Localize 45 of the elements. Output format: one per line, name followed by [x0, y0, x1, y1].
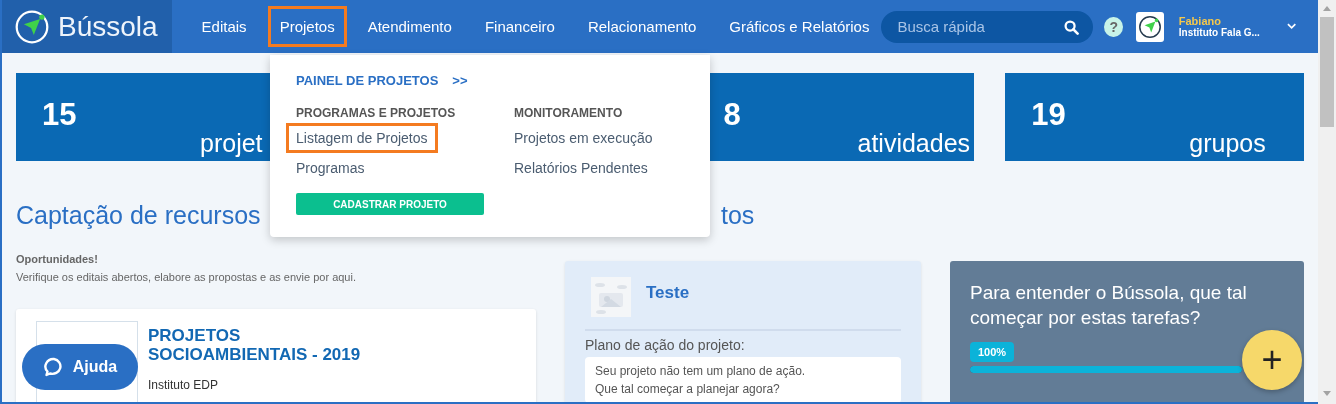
nav-link[interactable]: Projetos [267, 6, 347, 47]
section-title: Captação de recursos [16, 201, 261, 231]
nav-link[interactable]: Editais [189, 6, 259, 47]
stat-number: 15 [42, 99, 78, 130]
compass-logo-icon [1137, 14, 1162, 39]
chevron-down-icon[interactable] [1286, 23, 1296, 30]
plan-text: Que tal começar a planejar agora? [595, 382, 781, 396]
call-title: PROJETOS SOCIOAMBIENTAIS - 2019 [148, 327, 362, 365]
chat-bubble-icon [42, 356, 65, 378]
plan-label: Plano de ação do projeto: [585, 337, 746, 353]
scrollbar[interactable] [1318, 0, 1336, 404]
menu-heading: PROGRAMAS E PROJETOS [296, 106, 456, 120]
user-name: Fabiano [1178, 15, 1222, 27]
brand-logo[interactable]: Bússola [2, 0, 172, 53]
menu-heading: MONITORAMENTO [514, 106, 623, 120]
brand-name: Bússola [58, 10, 158, 43]
tasks-title: Para entender o Bússola, que tal começar por estas tarefas? [970, 281, 1248, 330]
nav-link[interactable]: Atendimento [355, 6, 464, 47]
opportunities-title: Oportunidades! [16, 253, 98, 265]
menu-link[interactable]: Programas [286, 153, 375, 183]
stat-number: 19 [1031, 99, 1067, 130]
nav-link[interactable]: Gráficos e Relatórios [717, 6, 882, 47]
section-title: tos [721, 201, 755, 231]
panel-link[interactable]: PAINEL DE PROJETOS >> [296, 73, 468, 88]
stat-label: grupos [1189, 130, 1266, 158]
call-organization: Instituto EDP [148, 378, 220, 393]
user-organization: Instituto Fala G... [1178, 27, 1261, 38]
menu-link[interactable]: Relatórios Pendentes [504, 153, 658, 183]
progress-badge: 100% [970, 342, 1015, 363]
opportunities-text: Verifique os editais abertos, elabore as propostas e as envie por aqui. [16, 271, 356, 283]
compass-logo-icon [14, 8, 50, 45]
stat-label: atividades [857, 130, 971, 158]
plan-text: Seu projeto não tem um plano de ação. [595, 364, 807, 378]
search-icon[interactable] [1064, 19, 1080, 35]
help-button[interactable]: Ajuda [22, 344, 138, 390]
nav-link[interactable]: Financeiro [472, 6, 567, 47]
menu-link[interactable]: Projetos em execução [504, 123, 663, 153]
stat-number: 8 [723, 99, 742, 130]
project-name[interactable]: Teste [646, 283, 690, 303]
nav-link[interactable]: Relacionamento [575, 6, 709, 47]
help-icon[interactable]: ? [1104, 16, 1123, 37]
search-field[interactable]: Busca rápida [881, 10, 1094, 43]
user-avatar[interactable] [1135, 11, 1164, 42]
menu-link[interactable]: Listagem de Projetos [286, 123, 438, 153]
stat-label: projet [200, 130, 263, 158]
